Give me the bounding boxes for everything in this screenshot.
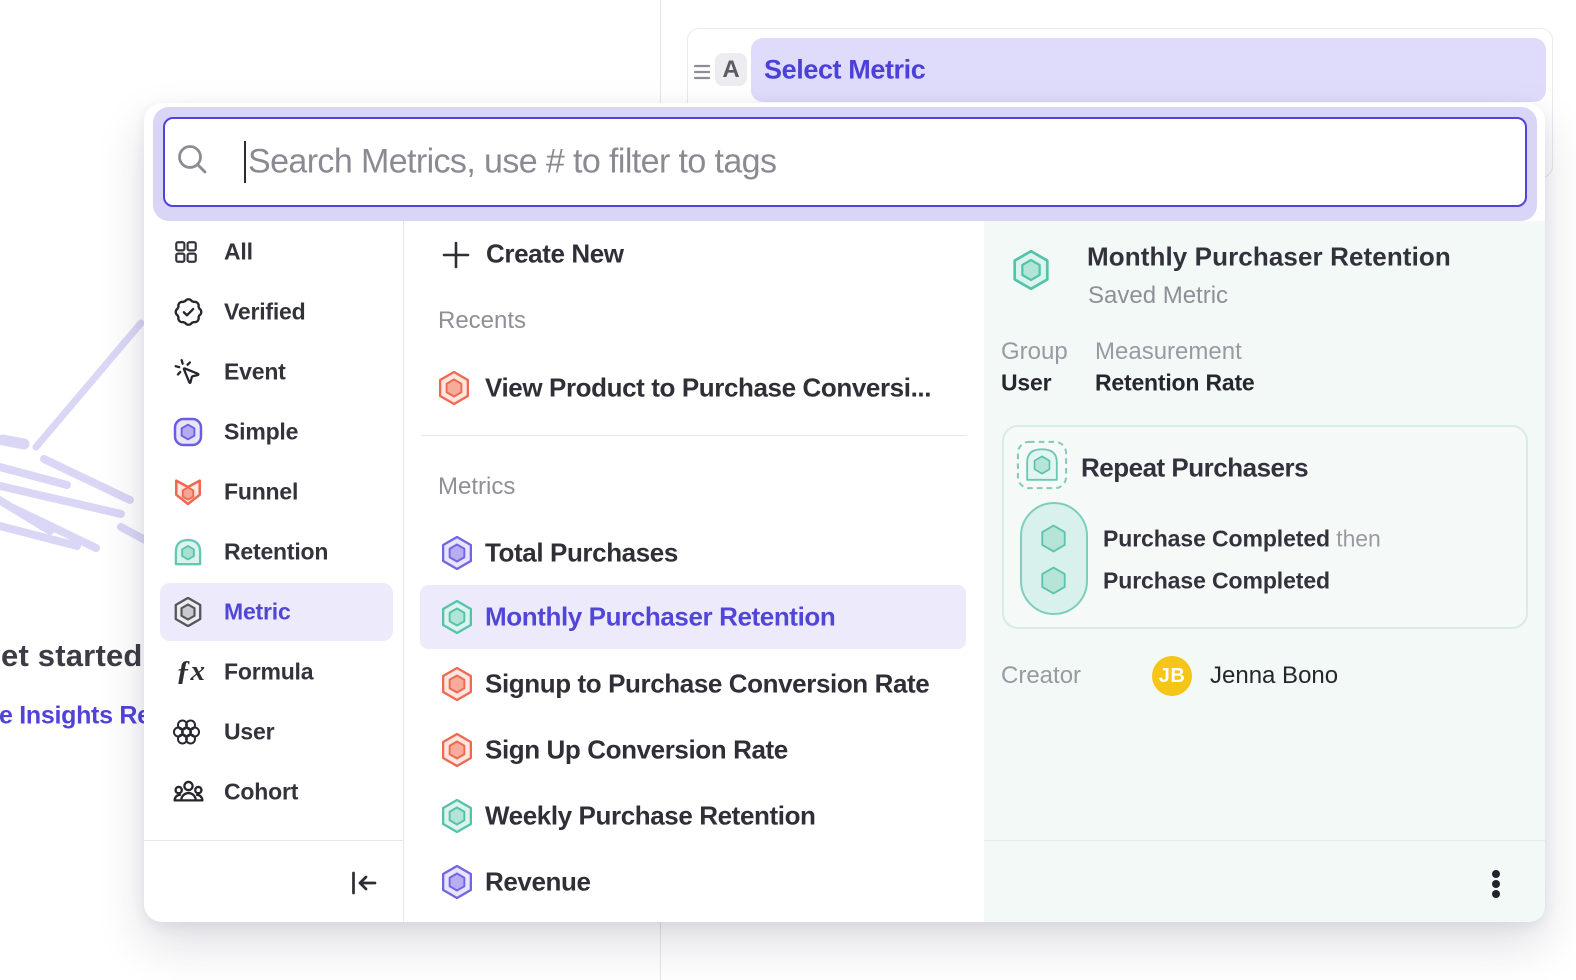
svg-text:ƒx: ƒx — [176, 655, 205, 687]
